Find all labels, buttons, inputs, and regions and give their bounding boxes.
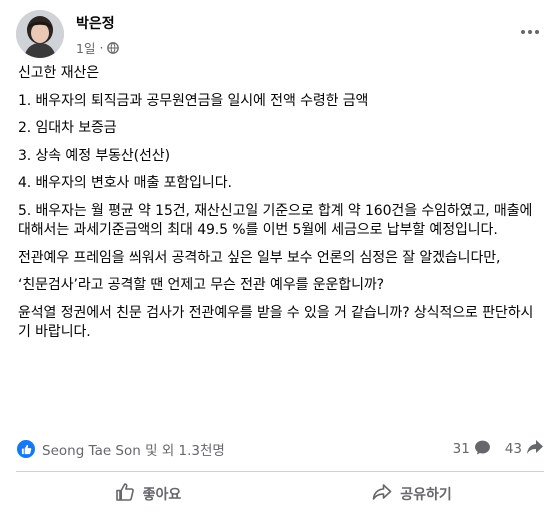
like-button-label: 좋아요 xyxy=(142,487,182,503)
engagement-counts: 31 43 xyxy=(453,439,544,460)
reactions-summary[interactable]: Seong Tae Son 및 외 1.3천명 xyxy=(16,439,225,459)
post-actions: 좋아요 공유하기 xyxy=(16,476,544,512)
thumbs-up-icon xyxy=(16,439,36,459)
thumbs-up-outline-icon xyxy=(115,482,135,506)
post-stats: Seong Tae Son 및 외 1.3천명 31 43 xyxy=(16,437,544,461)
share-arrow-icon xyxy=(526,439,544,459)
post-paragraph: 5. 배우자는 월 평균 약 15건, 재산신고일 기준으로 합계 약 160건… xyxy=(18,202,533,239)
globe-icon xyxy=(107,41,120,54)
post-paragraph: 윤석열 정권에서 친문 검사가 전관예우를 받을 수 있을 거 같습니까? 상식… xyxy=(18,304,534,341)
post-time[interactable]: 1일 xyxy=(76,38,95,57)
post-meta: 1일 · xyxy=(76,38,120,57)
reactions-text: Seong Tae Son 및 외 1.3천명 xyxy=(42,443,225,459)
post-paragraph: 1. 배우자의 퇴직금과 공무원연금을 일시에 전액 수령한 금액 xyxy=(18,92,369,109)
post-paragraph: 전관예우 프레임을 씌워서 공격하고 싶은 일부 보수 언론의 심정은 잘 알겠… xyxy=(18,249,501,266)
post-paragraph: 신고한 재산은 xyxy=(18,65,100,81)
post-paragraph: 4. 배우자의 변호사 매출 포함입니다. xyxy=(18,175,232,191)
like-button[interactable]: 좋아요 xyxy=(16,476,280,512)
share-button[interactable]: 공유하기 xyxy=(280,476,544,512)
post-content: 신고한 재산은 1. 배우자의 퇴직금과 공무원연금을 일시에 전액 수령한 금… xyxy=(18,64,546,351)
share-button-label: 공유하기 xyxy=(400,487,452,503)
share-outline-icon xyxy=(372,483,392,505)
post-paragraph: ‘친문검사’라고 공격할 땐 언제고 무슨 전관 예우를 운운합니까? xyxy=(18,277,384,293)
shares-count[interactable]: 43 xyxy=(505,439,544,459)
post-paragraph: 3. 상속 예정 부동산(선산) xyxy=(18,147,170,164)
author-name[interactable]: 박은정 xyxy=(76,13,115,33)
author-avatar[interactable] xyxy=(16,10,64,58)
post-header: 박은정 1일 · xyxy=(16,10,544,60)
more-options-icon[interactable] xyxy=(516,22,544,42)
actions-divider xyxy=(16,471,544,472)
comments-count[interactable]: 31 xyxy=(453,439,491,460)
comment-icon xyxy=(474,439,491,460)
post-paragraph: 2. 임대차 보증금 xyxy=(18,120,117,136)
